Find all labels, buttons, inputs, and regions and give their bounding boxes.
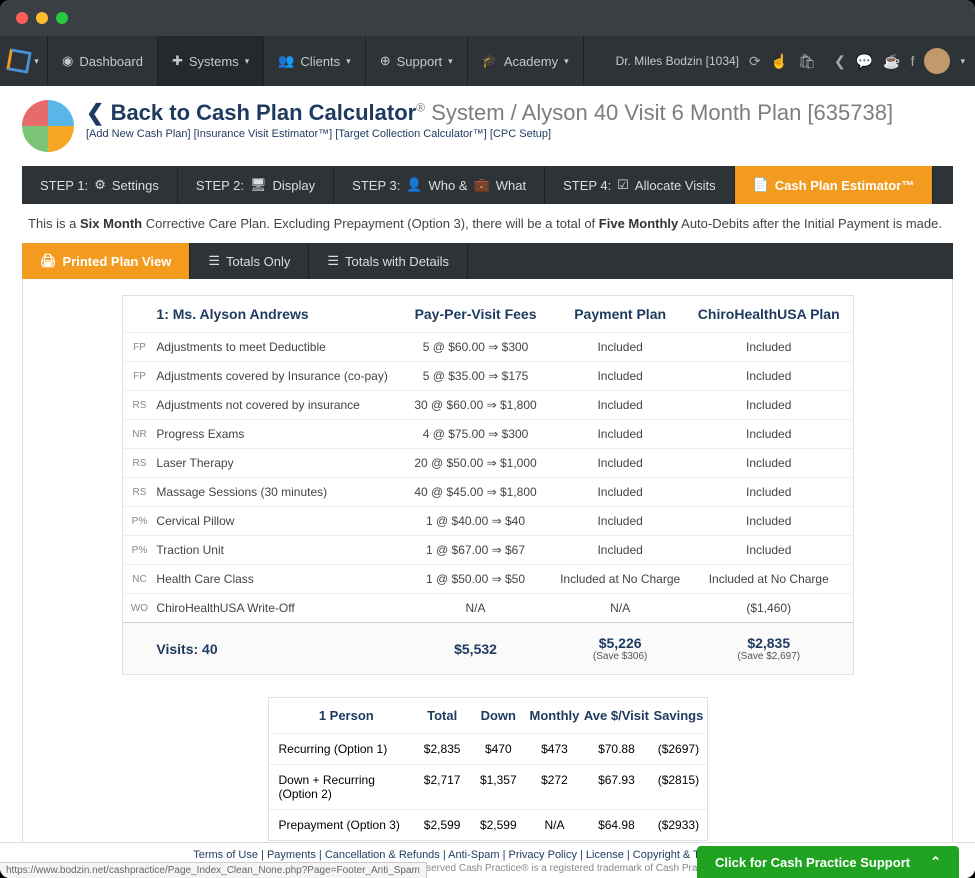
nav-username[interactable]: Dr. Miles Bodzin [1034] xyxy=(616,54,739,68)
system-logo xyxy=(22,100,74,152)
nav-dashboard[interactable]: ◉Dashboard xyxy=(48,36,158,86)
step-3-who-what[interactable]: STEP 3: 👤Who & 💼What xyxy=(334,166,545,204)
options-table: 1 Person Total Down Monthly Ave $/Visit … xyxy=(268,697,708,841)
briefcase-icon: 💼 xyxy=(474,177,490,193)
user-menu-caret[interactable]: ▾ xyxy=(960,56,965,67)
nav-support[interactable]: ⊕Support▾ xyxy=(366,36,468,86)
document-icon: 📄 xyxy=(753,177,769,193)
plan-summary: This is a Six Month Corrective Care Plan… xyxy=(22,204,953,243)
tab-totals-details[interactable]: ☰Totals with Details xyxy=(309,243,468,279)
fee-row: WOChiroHealthUSA Write-OffN/AN/A($1,460) xyxy=(123,593,853,622)
checkbox-icon: ☑ xyxy=(617,177,629,193)
opts-header-person: 1 Person xyxy=(269,708,415,723)
monitor-icon: 🖥 xyxy=(250,177,267,193)
fee-header-payper: Pay-Per-Visit Fees xyxy=(396,306,556,322)
header-sublinks[interactable]: [Add New Cash Plan] [Insurance Visit Est… xyxy=(86,128,893,140)
nav-systems[interactable]: ✚Systems▾ xyxy=(158,36,264,86)
fee-row: NRProgress Exams4 @ $75.00 ⇒ $300Include… xyxy=(123,419,853,448)
step-tabs: STEP 1: ⚙Settings STEP 2: 🖥Display STEP … xyxy=(22,166,953,204)
systems-icon: ✚ xyxy=(172,53,183,69)
step-2-display[interactable]: STEP 2: 🖥Display xyxy=(178,166,334,204)
page-title: ❮ Back to Cash Plan Calculator® System /… xyxy=(86,100,893,126)
step-estimator[interactable]: 📄Cash Plan Estimator™ xyxy=(735,166,934,204)
opts-header-savings: Savings xyxy=(650,708,706,723)
fee-header-plan: Payment Plan xyxy=(555,306,685,322)
total-paymentplan: $5,226(Save $306) xyxy=(555,635,685,662)
step-1-settings[interactable]: STEP 1: ⚙Settings xyxy=(22,166,178,204)
person-icon: 👤 xyxy=(406,177,422,193)
status-bar-url: https://www.bodzin.net/cashpractice/Page… xyxy=(0,862,427,878)
main-navbar: ▾ ◉Dashboard ✚Systems▾ 👥Clients▾ ⊕Suppor… xyxy=(0,36,975,86)
option-row: Recurring (Option 1)$2,835$470$473$70.88… xyxy=(269,733,707,764)
view-tabs: 🖨Printed Plan View ☰Totals Only ☰Totals … xyxy=(22,243,953,279)
avatar[interactable] xyxy=(924,48,950,74)
total-chu: $2,835(Save $2,697) xyxy=(685,635,853,662)
opts-header-ave: Ave $/Visit xyxy=(583,708,651,723)
clients-icon: 👥 xyxy=(278,53,294,69)
total-fee: $5,532 xyxy=(396,641,556,657)
fee-row: RSLaser Therapy20 @ $50.00 ⇒ $1,000Inclu… xyxy=(123,448,853,477)
fee-row: RSAdjustments not covered by insurance30… xyxy=(123,390,853,419)
fee-row: NCHealth Care Class1 @ $50.00 ⇒ $50Inclu… xyxy=(123,564,853,593)
fee-row: FPAdjustments covered by Insurance (co-p… xyxy=(123,361,853,390)
opts-header-down: Down xyxy=(470,708,526,723)
option-row: Prepayment (Option 3)$2,599$2,599N/A$64.… xyxy=(269,809,707,840)
opts-header-monthly: Monthly xyxy=(526,708,582,723)
gear-icon: ⚙ xyxy=(94,177,106,193)
step-4-allocate[interactable]: STEP 4: ☑Allocate Visits xyxy=(545,166,735,204)
chat-icon[interactable]: 💬 xyxy=(856,53,873,70)
opts-header-total: Total xyxy=(414,708,470,723)
tab-totals-only[interactable]: ☰Totals Only xyxy=(190,243,309,279)
fee-row: P%Traction Unit1 @ $67.00 ⇒ $67IncludedI… xyxy=(123,535,853,564)
maximize-window-button[interactable] xyxy=(56,12,68,24)
fee-table: 1: Ms. Alyson Andrews Pay-Per-Visit Fees… xyxy=(122,295,854,675)
hand-icon[interactable]: ☝ xyxy=(771,53,788,70)
total-visits: Visits: 40 xyxy=(156,641,395,657)
support-button[interactable]: Click for Cash Practice Support⌃ xyxy=(697,846,959,878)
dashboard-icon: ◉ xyxy=(62,53,73,69)
print-icon: 🖨 xyxy=(40,253,57,269)
nav-user-area: Dr. Miles Bodzin [1034] ⟳ ☝ 🛍 ❮ 💬 ☕ f ▾ xyxy=(606,36,975,86)
fee-row: FPAdjustments to meet Deductible5 @ $60.… xyxy=(123,332,853,361)
fee-header-chu: ChiroHealthUSA Plan xyxy=(685,306,853,322)
back-link[interactable]: ❮ Back to Cash Plan Calculator xyxy=(86,100,416,125)
facebook-icon[interactable]: f xyxy=(911,53,915,69)
fee-row: RSMassage Sessions (30 minutes)40 @ $45.… xyxy=(123,477,853,506)
close-window-button[interactable] xyxy=(16,12,28,24)
brand-logo[interactable]: ▾ xyxy=(0,36,48,86)
list-icon: ☰ xyxy=(327,253,339,269)
nav-clients[interactable]: 👥Clients▾ xyxy=(264,36,365,86)
chevron-up-icon: ⌃ xyxy=(930,854,941,870)
option-row: Down + Recurring (Option 2)$2,717$1,357$… xyxy=(269,764,707,809)
list-icon: ☰ xyxy=(208,253,220,269)
fee-header-person: 1: Ms. Alyson Andrews xyxy=(156,306,395,322)
nav-academy[interactable]: 🎓Academy▾ xyxy=(468,36,584,86)
refresh-icon[interactable]: ⟳ xyxy=(749,53,761,70)
minimize-window-button[interactable] xyxy=(36,12,48,24)
share-icon[interactable]: ❮ xyxy=(834,53,846,70)
support-icon: ⊕ xyxy=(380,53,391,69)
window-titlebar xyxy=(0,0,975,36)
tab-printed-view[interactable]: 🖨Printed Plan View xyxy=(22,243,190,279)
fee-row: P%Cervical Pillow1 @ $40.00 ⇒ $40Include… xyxy=(123,506,853,535)
cart-icon[interactable]: 🛍 xyxy=(798,53,816,70)
coffee-icon[interactable]: ☕ xyxy=(883,53,900,70)
academy-icon: 🎓 xyxy=(482,53,498,69)
